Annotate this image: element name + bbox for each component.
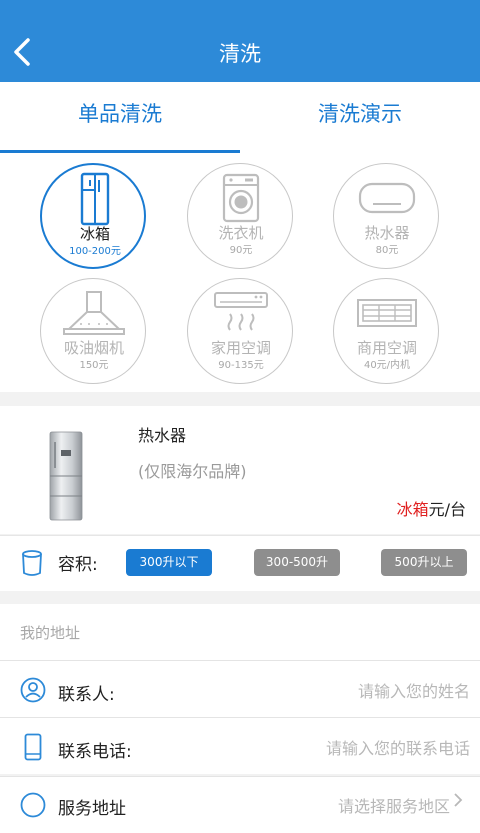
category-price: 40元/内机 (363, 360, 411, 371)
address-title: 我的地址 (20, 624, 81, 642)
category-price: 100-200元 (69, 246, 121, 257)
page-title: 清洗 (219, 42, 261, 66)
air-conditioner-icon (188, 285, 294, 341)
category-name: 家用空调 (210, 339, 271, 357)
product-description: (仅限海尔品牌) (138, 462, 247, 481)
phone-icon (24, 733, 42, 765)
cup-icon (20, 549, 44, 581)
range-hood-icon (41, 285, 147, 341)
location-icon (20, 792, 46, 822)
phone-input[interactable] (200, 735, 472, 761)
category-washing-machine[interactable]: 洗衣机 90元 (187, 163, 293, 269)
category-fridge[interactable]: 冰箱 100-200元 (40, 163, 146, 269)
tab-cleaning-demo[interactable]: 清洗演示 (240, 82, 480, 152)
capacity-option-above-500[interactable]: 500升以上 (381, 549, 467, 576)
user-icon (20, 677, 46, 707)
category-name: 商用空调 (356, 339, 417, 357)
tab-single-item-cleaning[interactable]: 单品清洗 (0, 82, 240, 152)
category-home-air-conditioner[interactable]: 家用空调 90-135元 (187, 278, 293, 384)
category-price: 150元 (79, 360, 109, 371)
capacity-option-300-500[interactable]: 300-500升 (254, 549, 340, 576)
commercial-ac-icon (334, 285, 440, 341)
tab-bar: 单品清洗 清洗演示 (0, 82, 480, 154)
fridge-icon (42, 171, 148, 227)
product-name: 热水器 (138, 426, 187, 445)
contact-name-input[interactable] (200, 678, 472, 704)
phone-label: 联系电话: (58, 742, 132, 762)
capacity-label: 容积: (58, 555, 98, 575)
price-highlight: 冰箱 (396, 500, 429, 519)
active-tab-indicator (0, 150, 240, 153)
washing-machine-icon (188, 170, 294, 226)
service-address-label: 服务地址 (58, 799, 126, 819)
category-price: 80元 (375, 245, 399, 256)
category-name: 吸油烟机 (63, 339, 124, 357)
product-unit-price: 冰箱元/台 (397, 496, 466, 520)
category-price: 90元 (229, 245, 253, 256)
category-name: 热水器 (364, 224, 410, 242)
category-water-heater[interactable]: 热水器 80元 (333, 163, 439, 269)
category-name: 冰箱 (79, 225, 110, 243)
product-image (46, 430, 86, 526)
service-address-placeholder: 请选择服务地区 (337, 797, 450, 816)
category-range-hood[interactable]: 吸油烟机 150元 (40, 278, 146, 384)
category-commercial-air-conditioner[interactable]: 商用空调 40元/内机 (333, 278, 439, 384)
category-name: 洗衣机 (218, 224, 264, 242)
price-unit: 元/台 (428, 500, 466, 519)
water-heater-icon (334, 170, 440, 226)
chevron-right-icon (452, 792, 464, 812)
contact-label: 联系人: (58, 685, 115, 705)
category-price: 90-135元 (218, 360, 264, 371)
capacity-option-below-300[interactable]: 300升以下 (126, 549, 212, 576)
